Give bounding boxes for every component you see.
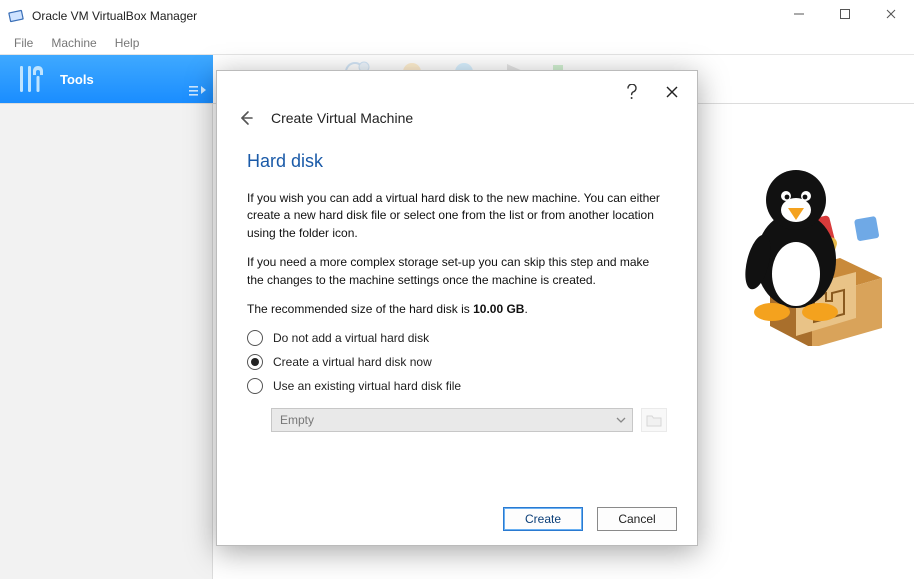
radio-icon xyxy=(247,378,263,394)
tools-pane[interactable]: Tools xyxy=(0,55,213,103)
tools-label: Tools xyxy=(60,72,94,87)
option-create-disk[interactable]: Create a virtual hard disk now xyxy=(247,354,667,370)
combo-value: Empty xyxy=(280,413,314,427)
menu-help[interactable]: Help xyxy=(107,34,148,52)
dialog-close-button[interactable] xyxy=(663,83,681,101)
option-existing-disk[interactable]: Use an existing virtual hard disk file xyxy=(247,378,667,394)
virtualbox-mascot-icon xyxy=(724,156,894,346)
create-vm-dialog: Create Virtual Machine Hard disk If you … xyxy=(216,70,698,546)
radio-icon xyxy=(247,330,263,346)
existing-disk-combo[interactable]: Empty xyxy=(271,408,633,432)
create-button[interactable]: Create xyxy=(503,507,583,531)
option-label: Use an existing virtual hard disk file xyxy=(273,379,461,393)
intro-text-1: If you wish you can add a virtual hard d… xyxy=(247,190,667,242)
option-label: Create a virtual hard disk now xyxy=(273,355,432,369)
intro-text-2: If you need a more complex storage set-u… xyxy=(247,254,667,289)
browse-disk-button[interactable] xyxy=(641,408,667,432)
app-icon xyxy=(8,8,24,24)
dialog-back-button[interactable] xyxy=(237,109,255,127)
section-heading: Hard disk xyxy=(247,151,667,172)
window-title: Oracle VM VirtualBox Manager xyxy=(32,9,197,23)
vm-list-sidebar xyxy=(0,104,213,579)
option-no-disk[interactable]: Do not add a virtual hard disk xyxy=(247,330,667,346)
menu-file[interactable]: File xyxy=(6,34,41,52)
tools-icon xyxy=(14,62,48,96)
radio-icon xyxy=(247,354,263,370)
option-label: Do not add a virtual hard disk xyxy=(273,331,429,345)
window-maximize-button[interactable] xyxy=(822,0,868,28)
dialog-title: Create Virtual Machine xyxy=(271,110,413,126)
window-controls xyxy=(776,0,914,28)
tools-expand-icon[interactable] xyxy=(189,83,207,97)
menu-machine[interactable]: Machine xyxy=(43,34,104,52)
dialog-help-button[interactable] xyxy=(623,83,641,101)
window-minimize-button[interactable] xyxy=(776,0,822,28)
chevron-down-icon xyxy=(616,415,626,425)
recommended-size-text: The recommended size of the hard disk is… xyxy=(247,301,667,318)
cancel-button[interactable]: Cancel xyxy=(597,507,677,531)
window-close-button[interactable] xyxy=(868,0,914,28)
menubar: File Machine Help xyxy=(0,32,914,54)
